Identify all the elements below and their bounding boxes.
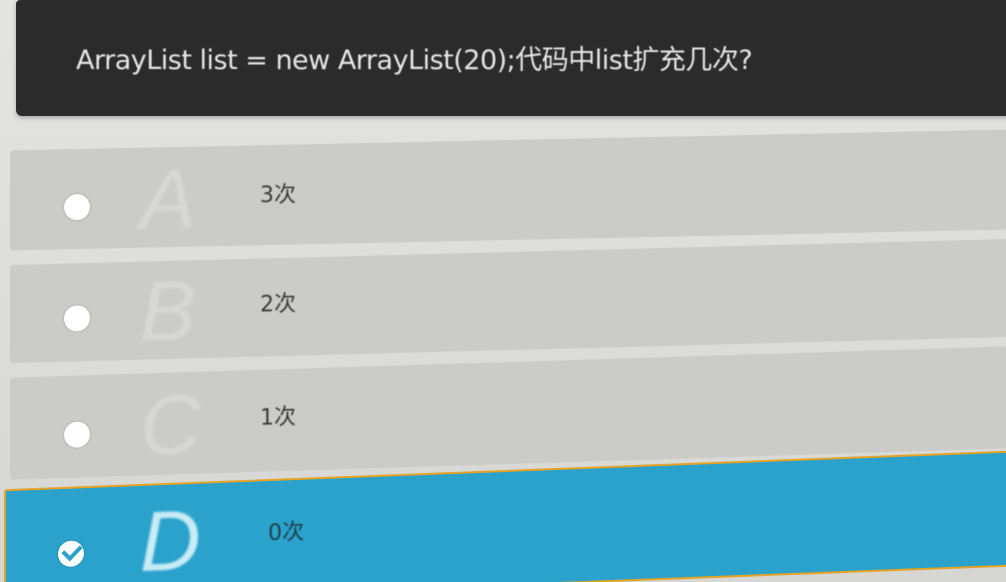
option-letter: C — [140, 376, 201, 473]
option-letter: B — [140, 263, 197, 359]
question-bar: ArrayList list = new ArrayList(20);代码中li… — [16, 0, 1006, 116]
option-text: 3次 — [260, 182, 296, 209]
option-text: 2次 — [260, 291, 296, 318]
check-mark-icon — [61, 539, 83, 562]
option-letter: A — [140, 151, 197, 247]
option-letter: D — [140, 492, 201, 582]
check-circle-icon[interactable] — [58, 539, 84, 568]
option-text: 0次 — [268, 519, 304, 547]
radio-empty-icon[interactable] — [64, 304, 90, 332]
question-text: ArrayList list = new ArrayList(20);代码中li… — [76, 45, 753, 76]
radio-empty-icon[interactable] — [64, 421, 90, 449]
quiz-screen: ArrayList list = new ArrayList(20);代码中li… — [0, 0, 1006, 582]
option-a[interactable]: A 3次 — [10, 129, 1006, 251]
option-b[interactable]: B 2次 — [10, 238, 1006, 364]
option-text: 1次 — [260, 404, 296, 431]
radio-empty-icon[interactable] — [64, 193, 90, 221]
